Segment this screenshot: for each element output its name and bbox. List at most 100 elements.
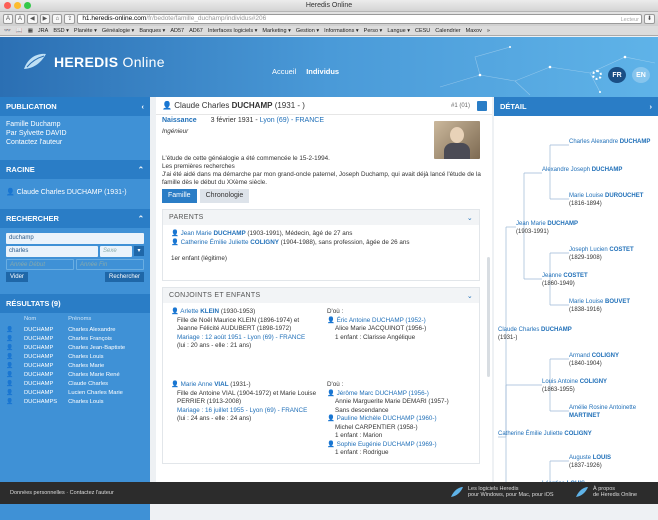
conjoints-header[interactable]: CONJOINTS ET ENFANTS ⌄ [163, 288, 479, 303]
result-prenoms[interactable]: Charles Jean-Baptiste [68, 344, 144, 353]
clear-button[interactable]: Vider [6, 272, 28, 282]
share-icon[interactable] [477, 101, 487, 111]
mother-link[interactable]: Catherine Émilie Juliette COLIGNY [181, 239, 279, 246]
sexe-select[interactable]: Sexe [100, 246, 132, 257]
racine-header[interactable]: RACINE ⌃ [0, 160, 150, 179]
child-link[interactable]: Jérôme Marc DUCHAMP (1956-) [337, 390, 429, 397]
result-prenoms[interactable]: Lucien Charles Marie [68, 389, 144, 398]
contact-author-link[interactable]: Contactez l'auteur [6, 138, 144, 147]
rechercher-header[interactable]: RECHERCHER ⌃ [0, 209, 150, 228]
father-link[interactable]: Jean Marie DUCHAMP [181, 230, 246, 237]
result-row[interactable]: 👤 DUCHAMP Charles François [6, 335, 144, 344]
collapse-chevron-icon[interactable]: ‹ [142, 102, 145, 111]
year-end-input[interactable]: Année Fin [76, 259, 144, 270]
bookmark-item[interactable]: » [487, 28, 490, 34]
heredis-logo[interactable]: HEREDIS Online [22, 51, 165, 73]
home-icon[interactable]: ⌂ [52, 14, 63, 24]
nav-accueil[interactable]: Accueil [272, 67, 296, 76]
tree-node[interactable]: Jean Marie DUCHAMP (1903-1991) [516, 221, 578, 236]
lang-fr-button[interactable]: FR [608, 67, 626, 83]
tree-node[interactable]: Marie Louise DUROUCHET (1816-1894) [569, 193, 643, 208]
window-controls[interactable] [4, 2, 31, 9]
tree-node[interactable]: Joseph Lucien COSTET (1829-1908) [569, 247, 634, 262]
result-row[interactable]: 👤 DUCHAMPS Charles Louis [6, 398, 144, 407]
result-row[interactable]: 👤 DUCHAMP Charles Jean-Baptiste [6, 344, 144, 353]
tree-node[interactable]: Auguste LOUIS (1837-1926) [569, 455, 611, 470]
chevron-down-icon[interactable]: ⌄ [467, 292, 473, 300]
sexe-dropdown-icon[interactable]: ▾ [134, 246, 144, 256]
address-bar[interactable]: h1.heredis-online.com/fr/bedote/famille_… [77, 14, 642, 24]
result-nom[interactable]: DUCHAMP [24, 344, 68, 353]
footer-links[interactable]: Données personnelles · Contactez l'auteu… [10, 490, 114, 496]
bookmark-item[interactable]: Gestion ▾ [296, 28, 319, 34]
result-row[interactable]: 👤 DUCHAMP Lucien Charles Marie [6, 389, 144, 398]
share-page-icon[interactable]: ⇪ [64, 14, 76, 24]
result-nom[interactable]: DUCHAMP [24, 371, 68, 380]
tree-node[interactable]: Marie Louise BOUVET (1838-1916) [569, 299, 630, 314]
lang-en-button[interactable]: EN [632, 67, 650, 83]
text-size-large-button[interactable]: A [15, 14, 26, 24]
tree-node[interactable]: Louis Antoine COLIGNY (1863-1955) [542, 379, 607, 394]
bookmark-item[interactable]: AD57 [170, 28, 184, 34]
reader-button[interactable]: Lecteur [621, 16, 639, 24]
result-nom[interactable]: DUCHAMP [24, 326, 68, 335]
bookmark-item[interactable]: JRA [38, 28, 48, 34]
result-row[interactable]: 👤 DUCHAMP Charles Marie René [6, 371, 144, 380]
result-prenoms[interactable]: Charles Louis [68, 353, 144, 362]
result-row[interactable]: 👤 DUCHAMP Charles Alexandre [6, 326, 144, 335]
chevron-down-icon[interactable]: ⌄ [467, 214, 473, 222]
result-nom[interactable]: DUCHAMP [24, 380, 68, 389]
result-row[interactable]: 👤 DUCHAMP Charles Marie [6, 362, 144, 371]
result-prenoms[interactable]: Charles Marie René [68, 371, 144, 380]
bookmark-item[interactable]: Calendrier [435, 28, 460, 34]
result-prenoms[interactable]: Charles François [68, 335, 144, 344]
result-nom[interactable]: DUCHAMP [24, 389, 68, 398]
collapse-up-icon[interactable]: ⌃ [138, 214, 144, 223]
close-window-icon[interactable] [4, 2, 11, 9]
result-prenoms[interactable]: Charles Louis [68, 398, 144, 407]
name-search-input[interactable]: duchamp [6, 233, 144, 244]
back-icon[interactable]: ◀ [27, 14, 38, 24]
bookmark-item[interactable]: BSD ▾ [53, 28, 69, 34]
downloads-icon[interactable]: ⬇ [643, 14, 655, 24]
tree-node[interactable]: Catherine Émilie Juliette COLIGNY [498, 431, 592, 439]
settings-gear-icon[interactable] [592, 70, 602, 80]
bookmark-item[interactable]: Généalogie ▾ [102, 28, 134, 34]
tree-node[interactable]: Claude Charles DUCHAMP (1931-) [498, 327, 572, 342]
bookmark-item[interactable]: Planète ▾ [74, 28, 97, 34]
forward-icon[interactable]: ▶ [39, 14, 51, 24]
tab-chronologie[interactable]: Chronologie [199, 189, 250, 203]
result-row[interactable]: 👤 DUCHAMP Claude Charles [6, 380, 144, 389]
minimize-window-icon[interactable] [14, 2, 21, 9]
year-start-input[interactable]: Année Début [6, 259, 74, 270]
child-link[interactable]: Éric Antoine DUCHAMP (1952-) [337, 317, 426, 324]
tree-node[interactable]: Alexandre Joseph DUCHAMP [542, 167, 622, 175]
software-promo[interactable]: Les logiciels Heredis pour Windows, pour … [450, 486, 554, 498]
tree-node[interactable]: Amélie Rosine Antoinette MARTINET [569, 405, 658, 420]
child-link[interactable]: Pauline Michèle DUCHAMP (1960-) [337, 415, 437, 422]
tab-famille[interactable]: Famille [162, 189, 197, 203]
bookmark-item[interactable]: Banques ▾ [139, 28, 165, 34]
birth-place-link[interactable]: Lyon (69) - FRANCE [260, 117, 324, 124]
search-button[interactable]: Rechercher [104, 272, 144, 282]
result-prenoms[interactable]: Charles Alexandre [68, 326, 144, 335]
bookmark-item[interactable]: CESU [415, 28, 430, 34]
bookmark-item[interactable]: Maxov [466, 28, 482, 34]
child-link[interactable]: Sophie Eugénie DUCHAMP (1969-) [337, 441, 437, 448]
about-promo[interactable]: À propos de Heredis Online [575, 486, 637, 498]
result-row[interactable]: 👤 DUCHAMP Charles Louis [6, 353, 144, 362]
firstname-search-input[interactable]: charles [6, 246, 98, 257]
bookmark-item[interactable]: Langue ▾ [387, 28, 410, 34]
spouse-link[interactable]: Arlette KLEIN [180, 308, 219, 315]
bookmark-item[interactable]: Perso ▾ [364, 28, 383, 34]
scrollbar[interactable] [487, 257, 490, 377]
detail-header[interactable]: DÉTAIL › [494, 97, 658, 116]
result-prenoms[interactable]: Claude Charles [68, 380, 144, 389]
spouse-link[interactable]: Marie Anne VIAL [181, 381, 229, 388]
bookmark-item[interactable]: AD67 [189, 28, 203, 34]
top-sites-icon[interactable]: ▦ [28, 28, 33, 34]
person-photo[interactable] [434, 121, 480, 159]
publication-header[interactable]: PUBLICATION ‹ [0, 97, 150, 116]
nav-individus[interactable]: Individus [306, 67, 339, 76]
zoom-window-icon[interactable] [24, 2, 31, 9]
